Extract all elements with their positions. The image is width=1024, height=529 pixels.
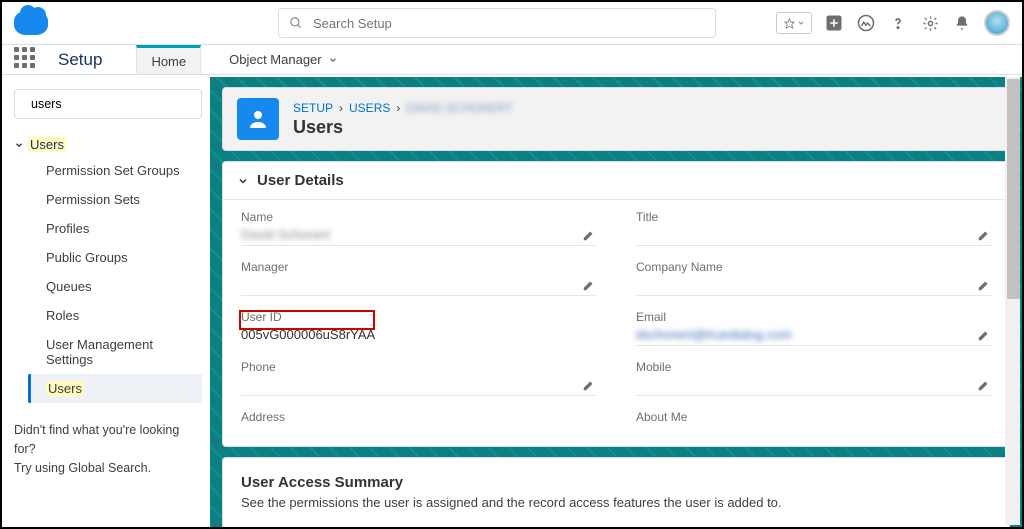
sidebar-item-users[interactable]: Users [28,374,202,403]
chevron-down-icon [237,175,249,187]
sidebar-item-permission-set-groups[interactable]: Permission Set Groups [28,156,202,185]
notifications-button[interactable] [952,13,972,33]
field-label-phone: Phone [241,360,596,374]
app-launcher-button[interactable] [14,47,40,73]
field-label-address: Address [241,410,596,424]
edit-pencil-icon[interactable] [977,378,991,392]
user-details-header[interactable]: User Details [223,162,1009,200]
user-icon [246,107,270,131]
user-details-card: User Details Name David Schonert [222,161,1010,447]
setup-sidebar: Users Permission Set Groups Permission S… [2,77,210,527]
global-search-input[interactable] [311,15,705,32]
user-avatar[interactable] [984,10,1010,36]
trailhead-icon [857,14,875,32]
field-label-manager: Manager [241,260,596,274]
edit-pencil-icon[interactable] [582,278,596,292]
setup-gear-button[interactable] [920,13,940,33]
breadcrumb-user-name[interactable]: DAVID SCHONERT [406,101,512,115]
breadcrumb: SETUP › USERS › DAVID SCHONERT [293,101,513,115]
page-header: SETUP › USERS › DAVID SCHONERT Users [222,87,1010,151]
field-label-name: Name [241,210,596,224]
tab-label: Object Manager [229,52,322,67]
question-icon [890,15,906,31]
app-name: Setup [58,50,102,70]
sidebar-quick-find[interactable] [14,89,202,119]
star-icon [784,18,795,29]
trailhead-button[interactable] [856,13,876,33]
chevron-down-icon [797,19,805,27]
chevron-down-icon [328,55,338,65]
field-value-company [636,277,977,293]
salesforce-logo [14,11,48,35]
chevron-down-icon [14,140,24,150]
quick-find-input[interactable] [29,96,194,112]
user-access-summary-card: User Access Summary See the permissions … [222,457,1010,527]
context-nav-bar: Setup Home Object Manager [2,45,1022,75]
sidebar-item-queues[interactable]: Queues [28,272,202,301]
field-value-mobile [636,377,977,393]
access-summary-description: See the permissions the user is assigned… [241,495,991,510]
tree-root-label: Users [28,137,66,152]
sidebar-item-user-management-settings[interactable]: User Management Settings [28,330,202,374]
tree-node-users-root[interactable]: Users [14,133,202,156]
gear-icon [922,15,939,32]
sidebar-item-public-groups[interactable]: Public Groups [28,243,202,272]
field-label-mobile: Mobile [636,360,991,374]
page-header-icon [237,98,279,140]
breadcrumb-users[interactable]: USERS [349,101,390,115]
search-icon [289,16,303,30]
sidebar-item-permission-sets[interactable]: Permission Sets [28,185,202,214]
field-value-name: David Schonert [241,227,582,243]
edit-pencil-icon[interactable] [977,328,991,342]
edit-pencil-icon[interactable] [977,278,991,292]
bell-icon [954,15,970,31]
favorites-menu[interactable] [776,12,812,34]
field-value-email[interactable]: dschonert@truedialog.com [636,327,977,343]
field-value-title [636,227,977,243]
field-label-company: Company Name [636,260,991,274]
main-content: SETUP › USERS › DAVID SCHONERT Users Use… [210,77,1022,527]
global-header [2,2,1022,45]
header-utility-icons [776,10,1010,36]
page-title: Users [293,117,513,138]
sidebar-item-roles[interactable]: Roles [28,301,202,330]
edit-pencil-icon[interactable] [582,228,596,242]
breadcrumb-setup[interactable]: SETUP [293,101,333,115]
field-value-user-id: 005vG000006uS8rYAA [241,327,596,343]
help-button[interactable] [888,13,908,33]
edit-pencil-icon[interactable] [977,228,991,242]
field-label-user-id: User ID [241,310,596,324]
field-value-manager [241,277,582,293]
access-summary-title: User Access Summary [241,474,991,491]
tab-home[interactable]: Home [136,45,201,74]
tab-object-manager[interactable]: Object Manager [215,45,352,74]
sidebar-footer-hint: Didn't find what you're looking for? Try… [14,421,202,477]
field-label-title: Title [636,210,991,224]
vertical-scrollbar-thumb[interactable] [1007,79,1020,299]
global-search[interactable] [278,8,716,38]
field-label-email: Email [636,310,991,324]
sidebar-item-profiles[interactable]: Profiles [28,214,202,243]
global-actions-button[interactable] [824,13,844,33]
field-label-about-me: About Me [636,410,991,424]
plus-square-icon [825,14,843,32]
edit-pencil-icon[interactable] [582,378,596,392]
field-value-phone [241,377,582,393]
